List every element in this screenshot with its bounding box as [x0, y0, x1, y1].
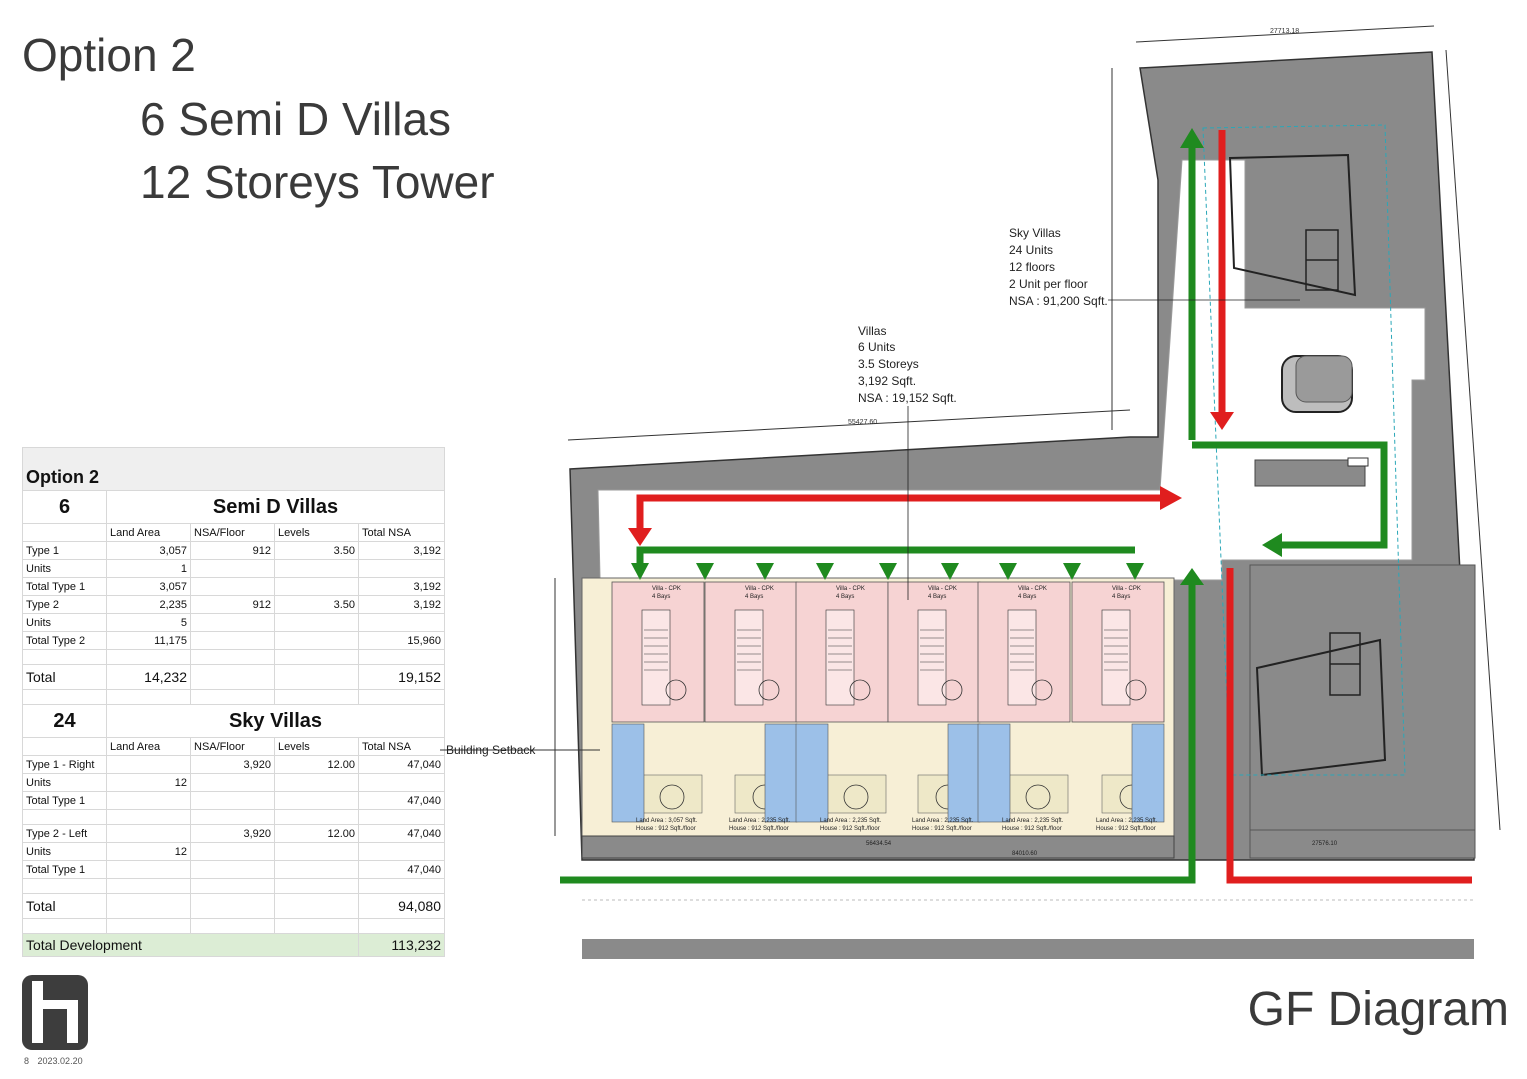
diagram-title: GF Diagram: [1247, 983, 1509, 1036]
villa-house-area: House : 912 Sqft./floor: [1002, 826, 1062, 832]
villa-label-4: 3,192 Sqft.: [858, 374, 916, 388]
villa-label-1: Villas: [858, 324, 886, 338]
ramp-gate: [1347, 457, 1369, 467]
villa-carport: [947, 723, 981, 823]
footer: 8 2023.02.20: [24, 1056, 89, 1066]
villa-carport: [611, 723, 645, 823]
sky-label-4: 2 Unit per floor: [1009, 277, 1088, 291]
site-plan: Villa - CPK 4 Bays Land Area : 3,057 Sqft.…: [440, 25, 1501, 959]
date: 2023.02.20: [37, 1056, 83, 1066]
villa-lot-area: Land Area : 2,235 Sqft.: [820, 818, 882, 824]
villa-house-area: House : 912 Sqft./floor: [729, 826, 789, 832]
villa-lot-area: Land Area : 3,057 Sqft.: [636, 818, 698, 824]
villa-garden: [1007, 774, 1069, 814]
villa-lot-area: Land Area : 2,235 Sqft.: [912, 818, 974, 824]
villa-bays-tag: 4 Bays: [928, 594, 946, 600]
dim-top: 27713.18: [1270, 28, 1299, 35]
villa-lot-area: Land Area : 2,235 Sqft.: [1002, 818, 1064, 824]
villa-cpk-tag: Villa - CPK: [1018, 586, 1047, 592]
setback-label: Building Setback: [446, 743, 536, 757]
villa-lot-area: Land Area : 2,235 Sqft.: [729, 818, 791, 824]
villa-bays-tag: 4 Bays: [745, 594, 763, 600]
villa-house-area: House : 912 Sqft./floor: [912, 826, 972, 832]
dim-left-top: 55427.60: [848, 419, 877, 426]
dim-bottom3: 27576.10: [1312, 841, 1338, 847]
sky-label-3: 12 floors: [1009, 260, 1055, 274]
villa-label-2: 6 Units: [858, 340, 895, 354]
villa-unit: Villa - CPK 4 Bays Land Area : 3,057 Sqft.…: [611, 581, 705, 832]
villa-carport: [764, 723, 798, 823]
villas-label: Villas 6 Units 3.5 Storeys 3,192 Sqft. N…: [858, 324, 957, 405]
lower-podium: [1249, 829, 1476, 859]
villa-house-area: House : 912 Sqft./floor: [636, 826, 696, 832]
villa-cpk-tag: Villa - CPK: [836, 586, 865, 592]
villa-bays-tag: 4 Bays: [1018, 594, 1036, 600]
villa-bays-tag: 4 Bays: [1112, 594, 1130, 600]
villa-garden: [825, 774, 887, 814]
villa-house-area: House : 912 Sqft./floor: [1096, 826, 1156, 832]
dim-bottom1: 56434.54: [866, 841, 892, 847]
villa-cpk-tag: Villa - CPK: [652, 586, 681, 592]
sky-label-2: 24 Units: [1009, 243, 1053, 257]
sky-label-1: Sky Villas: [1009, 226, 1061, 240]
tower-lower-block: [1249, 564, 1476, 831]
villa-unit: Villa - CPK 4 Bays Land Area : 2,235 Sqft.…: [977, 581, 1071, 832]
villa-carport: [795, 723, 829, 823]
villa-cpk-tag: Villa - CPK: [745, 586, 774, 592]
villa-label-3: 3.5 Storeys: [858, 357, 919, 371]
company-logo: [22, 975, 88, 1050]
sky-villas-label: Sky Villas 24 Units 12 floors 2 Unit per…: [1009, 226, 1108, 308]
villa-bays-tag: 4 Bays: [652, 594, 670, 600]
villa-podium: [581, 835, 1175, 859]
villa-cpk-tag: Villa - CPK: [1112, 586, 1141, 592]
villa-carport: [1131, 723, 1165, 823]
road-strip: [582, 939, 1474, 959]
villa-house-area: House : 912 Sqft./floor: [820, 826, 880, 832]
dim-bottom2: 84010.60: [1012, 851, 1038, 857]
villa-carport: [977, 723, 1011, 823]
sky-label-5: NSA : 91,200 Sqft.: [1009, 294, 1108, 308]
villa-garden: [641, 774, 703, 814]
villa-lot-area: Land Area : 2,235 Sqft.: [1096, 818, 1158, 824]
villa-bays-tag: 4 Bays: [836, 594, 854, 600]
villa-label-5: NSA : 19,152 Sqft.: [858, 391, 957, 405]
tower-core: [1281, 355, 1353, 413]
villa-cpk-tag: Villa - CPK: [928, 586, 957, 592]
page-number: 8: [24, 1056, 30, 1066]
villa-unit: Villa - CPK 4 Bays Land Area : 2,235 Sqft.…: [795, 581, 889, 832]
